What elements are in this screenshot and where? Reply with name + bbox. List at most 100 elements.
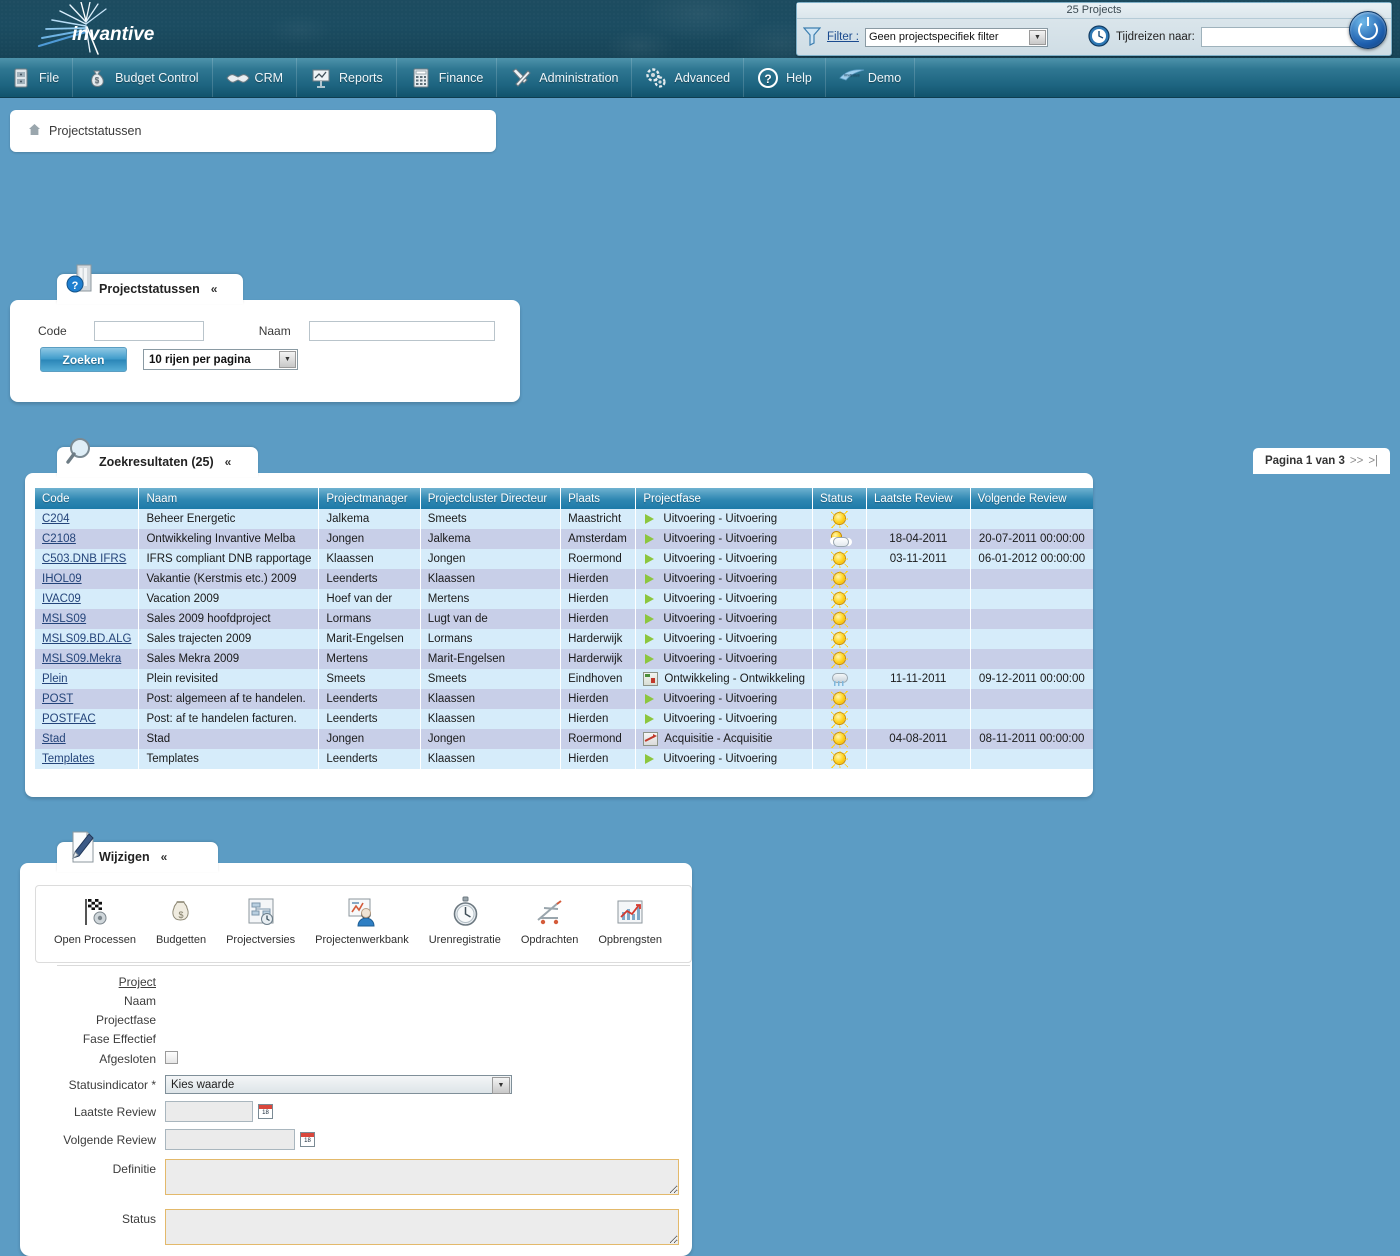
calendar-icon[interactable] xyxy=(300,1132,315,1147)
menu-item-crm[interactable]: CRM xyxy=(213,58,298,97)
chevron-up-icon[interactable]: « xyxy=(161,850,168,864)
column-header-directeur[interactable]: Projectcluster Directeur xyxy=(420,488,562,509)
menu-item-advanced[interactable]: Advanced xyxy=(632,58,745,97)
code-link[interactable]: POST xyxy=(42,693,73,705)
naam-input[interactable] xyxy=(308,321,495,341)
cell-code[interactable]: Templates xyxy=(35,749,140,769)
status-textarea[interactable] xyxy=(165,1209,679,1245)
shortcut-urenregistratie[interactable]: Urenregistratie xyxy=(429,894,501,946)
column-header-fase[interactable]: Projectfase xyxy=(635,488,813,509)
code-link[interactable]: C204 xyxy=(42,513,70,525)
shortcut-opbrengsten[interactable]: Opbrengsten xyxy=(598,894,662,946)
project-label[interactable]: Project xyxy=(20,975,165,989)
code-link[interactable]: POSTFAC xyxy=(42,713,96,725)
table-row[interactable]: IHOL09 Vakantie (Kerstmis etc.) 2009 Leend… xyxy=(35,569,1093,589)
sun-icon xyxy=(831,632,848,647)
cell-code[interactable]: IHOL09 xyxy=(35,569,140,589)
table-row[interactable]: MSLS09.BD.ALG Sales trajecten 2009 Marit-E… xyxy=(35,629,1093,649)
code-link[interactable]: IHOL09 xyxy=(42,573,82,585)
project-filter-select[interactable]: Geen projectspecifiek filter ▼ xyxy=(864,27,1048,47)
statusindicator-select[interactable]: Kies waarde ▼ xyxy=(165,1075,512,1094)
table-row[interactable]: Plein Plein revisited Smeets Smeets Eindhove… xyxy=(35,669,1093,689)
menu-item-reports[interactable]: Reports xyxy=(297,58,397,97)
calendar-icon[interactable] xyxy=(258,1104,273,1119)
menu-item-finance[interactable]: Finance xyxy=(397,58,498,97)
pagination-next[interactable]: >> xyxy=(1350,455,1363,467)
edit-panel-tab[interactable]: Wijzigen « xyxy=(57,831,218,872)
chevron-down-icon[interactable]: ▼ xyxy=(492,1077,510,1094)
shortcut-projectenwerkbank[interactable]: Projectenwerkbank xyxy=(315,894,409,946)
cell-code[interactable]: C503.DNB IFRS xyxy=(35,549,140,569)
volgende-review-input[interactable] xyxy=(165,1129,295,1150)
cell-code[interactable]: C204 xyxy=(35,509,140,529)
column-header-naam[interactable]: Naam xyxy=(138,488,320,509)
cell-code[interactable]: Plein xyxy=(35,669,140,689)
table-row[interactable]: Stad Stad Jongen Jongen Roermond Acquisitie -… xyxy=(35,729,1093,749)
cell-code[interactable]: Stad xyxy=(35,729,140,749)
column-header-plaats[interactable]: Plaats xyxy=(560,488,637,509)
column-header-volgende[interactable]: Volgende Review xyxy=(970,488,1093,509)
table-row[interactable]: MSLS09 Sales 2009 hoofdproject Lormans Lugt… xyxy=(35,609,1093,629)
shortcut-projectversies[interactable]: Projectversies xyxy=(226,894,295,946)
column-header-status[interactable]: Status xyxy=(812,488,867,509)
shortcut-open-processen[interactable]: Open Processen xyxy=(54,894,136,946)
sun-icon xyxy=(831,552,848,567)
menu-label: File xyxy=(39,70,60,85)
menu-item-budget-control[interactable]: $ Budget Control xyxy=(73,58,213,97)
menu-item-help[interactable]: ? Help xyxy=(744,58,826,97)
cell-code[interactable]: C2108 xyxy=(35,529,140,549)
cell-code[interactable]: MSLS09.Mekra xyxy=(35,649,140,669)
table-row[interactable]: MSLS09.Mekra Sales Mekra 2009 Mertens Marit… xyxy=(35,649,1093,669)
column-header-manager[interactable]: Projectmanager xyxy=(318,488,421,509)
code-link[interactable]: Plein xyxy=(42,673,68,685)
chevron-up-icon[interactable]: « xyxy=(211,282,218,296)
table-row[interactable]: POST Post: algemeen af te handelen. Leende… xyxy=(35,689,1093,709)
filter-link[interactable]: Filter : xyxy=(827,31,859,43)
cell-code[interactable]: POSTFAC xyxy=(35,709,140,729)
cell-volgende-review xyxy=(970,509,1093,529)
code-input[interactable] xyxy=(93,321,204,341)
laatste-review-input[interactable] xyxy=(165,1101,253,1122)
search-button[interactable]: Zoeken xyxy=(40,347,127,372)
code-link[interactable]: Stad xyxy=(42,733,66,745)
code-link[interactable]: MSLS09.BD.ALG xyxy=(42,633,131,645)
column-header-code[interactable]: Code xyxy=(35,488,140,509)
table-row[interactable]: Templates Templates Leenderts Klaassen Hierd… xyxy=(35,749,1093,769)
code-link[interactable]: MSLS09.Mekra xyxy=(42,653,121,665)
chevron-down-icon[interactable]: ▼ xyxy=(279,351,296,368)
definitie-textarea[interactable] xyxy=(165,1159,679,1195)
table-row[interactable]: C204 Beheer Energetic Jalkema Smeets Maastri… xyxy=(35,509,1093,529)
results-panel-tab[interactable]: Zoekresultaten (25) « xyxy=(57,438,258,477)
column-header-laatste[interactable]: Laatste Review xyxy=(866,488,971,509)
code-link[interactable]: Templates xyxy=(42,753,94,765)
home-icon[interactable] xyxy=(28,123,41,139)
table-row[interactable]: C503.DNB IFRS IFRS compliant DNB rapporta… xyxy=(35,549,1093,569)
chevron-down-icon[interactable]: ▼ xyxy=(1028,29,1046,45)
chevron-up-icon[interactable]: « xyxy=(225,455,232,469)
menu-item-administration[interactable]: Administration xyxy=(497,58,633,97)
cell-code[interactable]: IVAC09 xyxy=(35,589,140,609)
code-link[interactable]: MSLS09 xyxy=(42,613,86,625)
cell-code[interactable]: POST xyxy=(35,689,140,709)
sun-icon xyxy=(831,612,848,627)
breadcrumb-label[interactable]: Projectstatussen xyxy=(49,124,141,138)
shortcut-budgetten[interactable]: $ Budgetten xyxy=(156,894,206,946)
table-row[interactable]: C2108 Ontwikkeling Invantive Melba Jongen J… xyxy=(35,529,1093,549)
logout-power-button[interactable] xyxy=(1349,11,1387,49)
cell-code[interactable]: MSLS09 xyxy=(35,609,140,629)
cell-naam: Ontwikkeling Invantive Melba xyxy=(138,529,320,549)
timetravel-input[interactable] xyxy=(1200,27,1367,47)
menu-item-demo[interactable]: invantive Demo xyxy=(826,58,916,97)
afgesloten-checkbox[interactable] xyxy=(165,1051,178,1064)
table-row[interactable]: IVAC09 Vacation 2009 Hoef van der Mertens Hi… xyxy=(35,589,1093,609)
code-link[interactable]: C2108 xyxy=(42,533,76,545)
menu-item-file[interactable]: File xyxy=(0,58,74,97)
pagination-last[interactable]: >| xyxy=(1368,455,1378,467)
shortcut-opdrachten[interactable]: Opdrachten xyxy=(521,894,578,946)
search-panel-tab[interactable]: ? Projectstatussen « xyxy=(57,264,243,304)
code-link[interactable]: C503.DNB IFRS xyxy=(42,553,126,565)
cell-code[interactable]: MSLS09.BD.ALG xyxy=(35,629,140,649)
rows-per-page-select[interactable]: 10 rijen per pagina ▼ xyxy=(143,349,298,370)
table-row[interactable]: POSTFAC Post: af te handelen facturen. Lee… xyxy=(35,709,1093,729)
code-link[interactable]: IVAC09 xyxy=(42,593,81,605)
